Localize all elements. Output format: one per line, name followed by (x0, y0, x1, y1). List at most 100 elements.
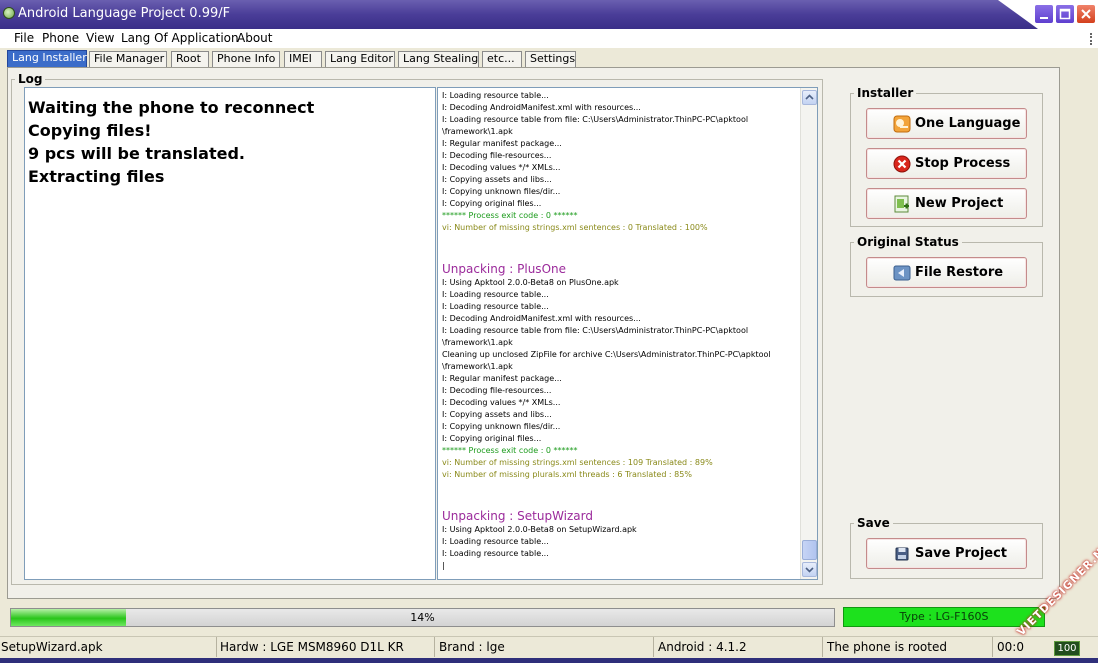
console-line: \framework\1.apk (442, 127, 513, 136)
save-project-label: Save Project (915, 546, 1008, 561)
console-line: I: Decoding values */* XMLs... (442, 163, 561, 172)
menu-phone[interactable]: Phone (42, 31, 79, 45)
console-line: I: Decoding file-resources... (442, 386, 552, 395)
installer-group-title: Installer (854, 86, 917, 100)
console-line: vi: Number of missing strings.xml senten… (442, 223, 708, 232)
new-project-icon (894, 195, 909, 213)
tab-lang-editor[interactable]: Lang Editor (325, 51, 395, 67)
tray-badge: 100 (1054, 641, 1080, 656)
console-line: I: Loading resource table... (442, 549, 549, 558)
console-line: I: Decoding AndroidManifest.xml with res… (442, 103, 641, 112)
device-type-indicator: Type : LG-F160S (843, 607, 1045, 627)
status-line: Extracting files (28, 167, 165, 186)
console-line: I: Loading resource table... (442, 302, 549, 311)
save-group-title: Save (854, 516, 893, 530)
console-line: I: Loading resource table... (442, 290, 549, 299)
console-line: | (442, 561, 445, 570)
console-line: ****** Process exit code : 0 ****** (442, 446, 578, 455)
status-hardware: Hardw : LGE MSM8960 D1L KR (219, 637, 435, 657)
new-project-label: New Project (915, 196, 1004, 211)
file-restore-button[interactable]: File Restore (866, 257, 1027, 288)
console-line: Cleaning up unclosed ZipFile for archive… (442, 350, 771, 359)
console-line: I: Copying original files... (442, 434, 542, 443)
chevron-down-icon (805, 567, 814, 573)
console-line: \framework\1.apk (442, 338, 513, 347)
tab-lang-installer[interactable]: Lang Installer (7, 50, 87, 68)
status-line: Waiting the phone to reconnect (28, 98, 315, 117)
console-line: I: Copying original files... (442, 199, 542, 208)
window-title: Android Language Project 0.99/F (18, 6, 231, 21)
one-language-label: One Language (915, 116, 1021, 131)
scroll-thumb[interactable] (802, 540, 817, 560)
menu-lang-of-application[interactable]: Lang Of Application (121, 31, 239, 45)
status-time: 00:0 (997, 640, 1024, 654)
app-icon (3, 7, 15, 19)
tab-etc[interactable]: etc... (482, 51, 522, 67)
console-line: I: Copying unknown files/dir... (442, 187, 561, 196)
menu-file[interactable]: File (14, 31, 34, 45)
console-line: \framework\1.apk (442, 362, 513, 371)
minimize-icon (1040, 17, 1048, 19)
close-button[interactable] (1076, 4, 1096, 24)
tab-imei[interactable]: IMEI (284, 51, 322, 67)
console-line: I: Copying unknown files/dir... (442, 422, 561, 431)
scroll-up-button[interactable] (802, 90, 817, 105)
tab-phone-info[interactable]: Phone Info (212, 51, 280, 67)
one-language-button[interactable]: One Language (866, 108, 1027, 139)
file-restore-icon (893, 265, 911, 281)
title-bar: Android Language Project 0.99/F (0, 0, 1098, 29)
menu-bar: File Phone View Lang Of Application Abou… (0, 29, 1098, 48)
stop-icon (893, 155, 911, 173)
tab-file-manager[interactable]: File Manager (89, 51, 167, 67)
log-group-title: Log (15, 72, 46, 86)
console-line: ****** Process exit code : 0 ****** (442, 211, 578, 220)
console-section-heading: Unpacking : SetupWizard (442, 509, 593, 523)
scroll-down-button[interactable] (802, 562, 817, 577)
progress-percent: 14% (410, 611, 435, 624)
chevron-up-icon (805, 94, 814, 100)
console-line: vi: Number of missing strings.xml senten… (442, 458, 713, 467)
tab-lang-stealing[interactable]: Lang Stealing (398, 51, 479, 67)
progress-bar: 14% (10, 608, 835, 627)
console-line: I: Copying assets and libs... (442, 410, 552, 419)
status-bar: SetupWizard.apk Hardw : LGE MSM8960 D1L … (0, 636, 1098, 663)
status-line: 9 pcs will be translated. (28, 144, 245, 163)
maximize-button[interactable] (1055, 4, 1075, 24)
console-line: I: Decoding values */* XMLs... (442, 398, 561, 407)
menu-grip (1090, 33, 1094, 45)
floppy-disk-icon (895, 547, 909, 561)
status-line: Copying files! (28, 121, 152, 140)
tab-settings[interactable]: Settings (525, 51, 576, 67)
console-line: I: Using Apktool 2.0.0-Beta8 on SetupWiz… (442, 525, 637, 534)
new-project-button[interactable]: New Project (866, 188, 1027, 219)
stop-process-label: Stop Process (915, 156, 1011, 171)
console-line: I: Decoding AndroidManifest.xml with res… (442, 314, 641, 323)
status-messages-box: Waiting the phone to reconnect Copying f… (24, 87, 436, 580)
console-log[interactable]: I: Loading resource table... I: Decoding … (437, 87, 818, 580)
menu-about[interactable]: About (237, 31, 272, 45)
console-line: I: Loading resource table... (442, 537, 549, 546)
stop-process-button[interactable]: Stop Process (866, 148, 1027, 179)
console-line: I: Using Apktool 2.0.0-Beta8 on PlusOne.… (442, 278, 619, 287)
status-file: SetupWizard.apk (0, 637, 217, 657)
menu-view[interactable]: View (86, 31, 114, 45)
save-project-button[interactable]: Save Project (866, 538, 1027, 569)
close-icon (1081, 9, 1091, 19)
tab-root[interactable]: Root (171, 51, 209, 67)
console-section-heading: Unpacking : PlusOne (442, 262, 566, 276)
console-line: I: Decoding file-resources... (442, 151, 552, 160)
console-line: I: Copying assets and libs... (442, 175, 552, 184)
minimize-button[interactable] (1034, 4, 1054, 24)
console-scrollbar[interactable] (800, 88, 817, 579)
status-android-version: Android : 4.1.2 (657, 637, 823, 657)
console-line: I: Loading resource table from file: C:\… (442, 326, 749, 335)
maximize-icon (1059, 8, 1071, 20)
console-line: I: Regular manifest package... (442, 374, 562, 383)
console-line: I: Regular manifest package... (442, 139, 562, 148)
console-line: I: Loading resource table... (442, 91, 549, 100)
taskbar-strip (0, 658, 1098, 663)
console-lines: I: Loading resource table... I: Decoding … (442, 90, 800, 572)
